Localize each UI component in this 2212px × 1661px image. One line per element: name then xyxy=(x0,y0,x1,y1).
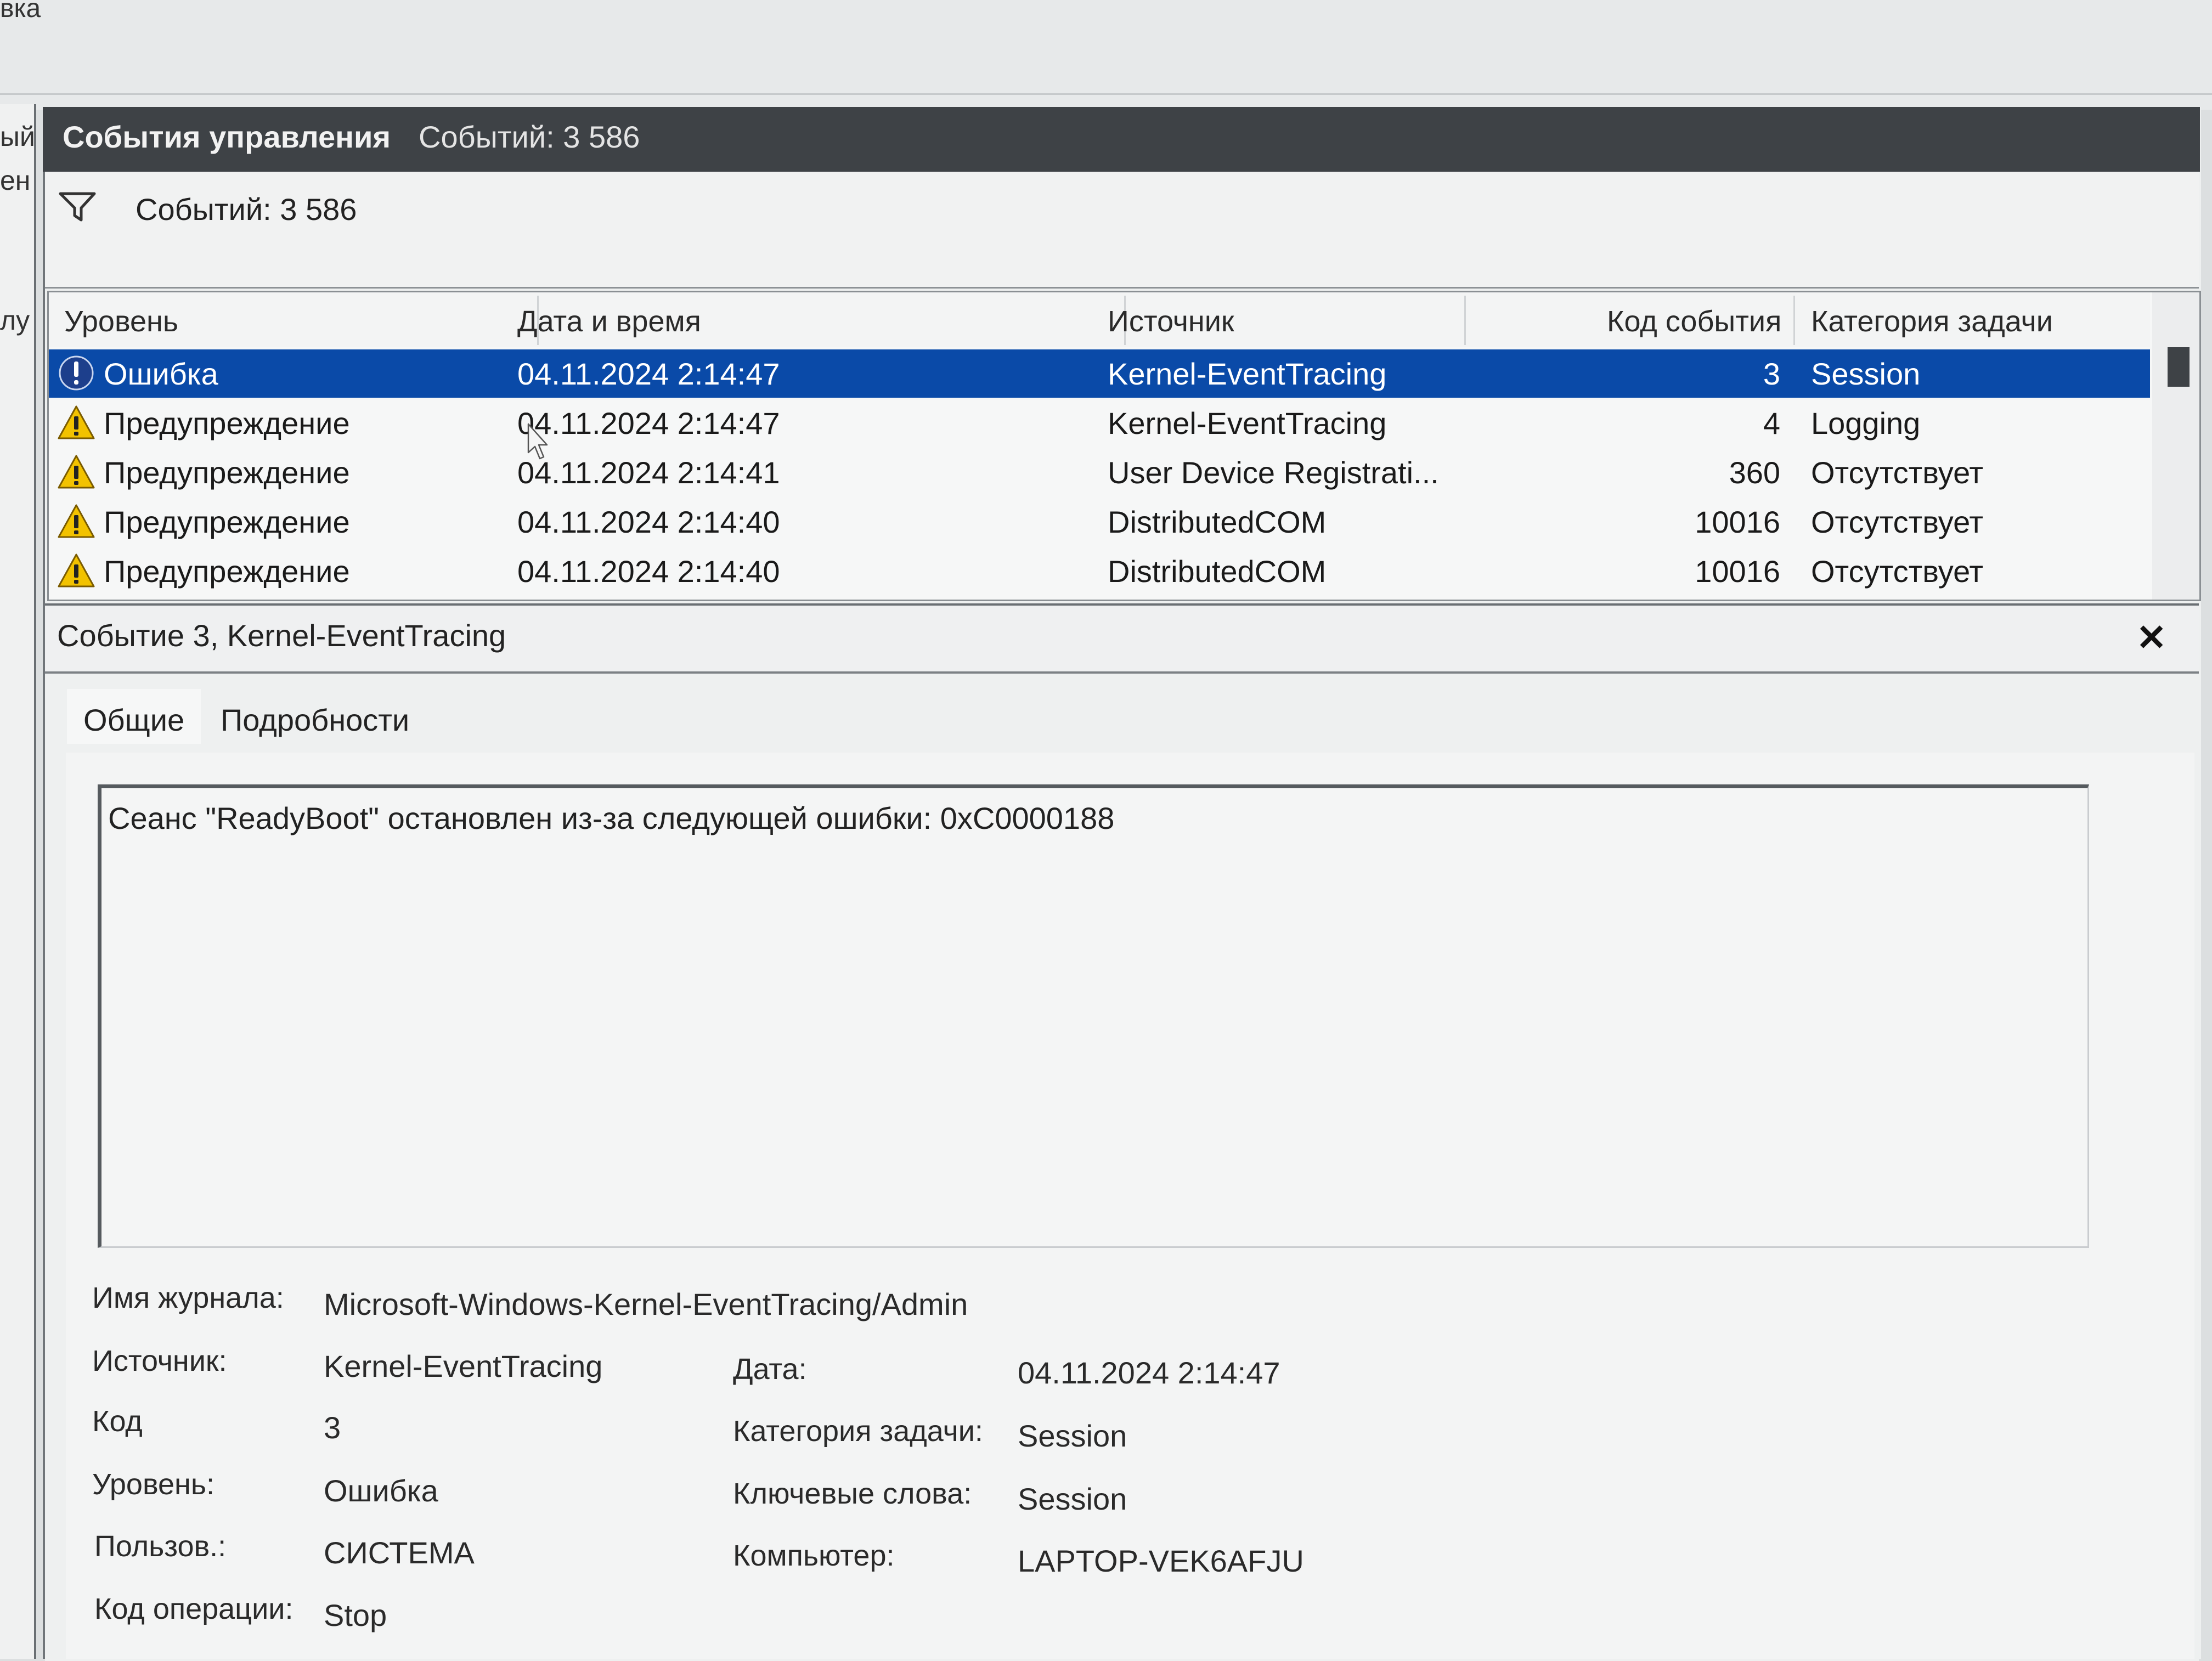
column-divider[interactable] xyxy=(1464,296,1466,345)
field-value-log-name: Microsoft-Windows-Kernel-EventTracing/Ad… xyxy=(324,1287,968,1321)
row-datetime: 04.11.2024 2:14:40 xyxy=(517,554,780,589)
row-code: 360 xyxy=(1729,455,1780,490)
table-header: Уровень Дата и время Источник Код событи… xyxy=(49,292,2150,347)
field-value-date: 04.11.2024 2:14:47 xyxy=(1018,1355,1280,1390)
panel-titlebar: События управления Событий: 3 586 xyxy=(43,107,2200,172)
panel-title: События управления xyxy=(63,120,391,154)
events-table[interactable]: Уровень Дата и время Источник Код событи… xyxy=(47,291,2201,601)
close-icon[interactable]: ✕ xyxy=(2136,617,2166,659)
warning-icon xyxy=(58,504,95,538)
row-level: Предупреждение xyxy=(104,554,350,589)
field-label-keywords: Ключевые слова: xyxy=(733,1477,972,1510)
left-pane-text[interactable]: ен xyxy=(0,165,30,196)
row-source: Kernel-EventTracing xyxy=(1108,406,1387,440)
row-source: DistributedCOM xyxy=(1108,505,1327,539)
field-label-source: Источник: xyxy=(92,1344,227,1377)
tab-details[interactable]: Подробности xyxy=(204,689,426,744)
row-category: Session xyxy=(1811,357,1921,391)
field-value-source: Kernel-EventTracing xyxy=(324,1349,603,1383)
row-code: 10016 xyxy=(1695,554,1780,589)
divider xyxy=(0,93,2212,95)
field-value-level: Ошибка xyxy=(324,1473,438,1508)
row-category: Отсутствует xyxy=(1811,505,1984,539)
row-category: Отсутствует xyxy=(1811,455,1984,490)
details-tabs: Общие Подробности xyxy=(45,673,2199,760)
row-category: Logging xyxy=(1811,406,1921,440)
warning-icon xyxy=(58,553,95,587)
row-datetime: 04.11.2024 2:14:41 xyxy=(517,455,780,490)
field-label-task-category: Категория задачи: xyxy=(733,1415,983,1448)
column-header-datetime[interactable]: Дата и время xyxy=(517,304,701,338)
field-label-code: Код xyxy=(92,1405,143,1438)
table-scrollbar[interactable] xyxy=(2152,292,2199,600)
column-header-code[interactable]: Код события xyxy=(1607,304,1781,338)
column-header-source[interactable]: Источник xyxy=(1108,304,1234,338)
row-code: 3 xyxy=(1763,357,1780,391)
row-category: Отсутствует xyxy=(1811,554,1984,589)
background-window: вка xyxy=(0,0,2212,110)
warning-icon xyxy=(58,405,95,439)
event-count: Событий: 3 586 xyxy=(419,120,640,154)
field-label-opcode: Код операции: xyxy=(94,1592,294,1625)
table-row[interactable]: Предупреждение 04.11.2024 2:14:40 Distri… xyxy=(49,498,2150,546)
details-header: Событие 3, Kernel-EventTracing ✕ xyxy=(45,606,2199,674)
field-label-date: Дата: xyxy=(733,1353,807,1386)
field-value-keywords: Session xyxy=(1018,1482,1127,1516)
field-label-log-name: Имя журнала: xyxy=(92,1281,284,1314)
menu-fragment[interactable]: вка xyxy=(0,0,41,24)
filter-count: Событий: 3 586 xyxy=(136,192,357,227)
filter-icon[interactable] xyxy=(58,190,97,223)
row-code: 4 xyxy=(1763,406,1780,440)
field-label-level: Уровень: xyxy=(92,1468,215,1501)
table-row[interactable]: Предупреждение 04.11.2024 2:14:40 Distri… xyxy=(49,547,2150,595)
event-message: Сеанс "ReadyBoot" остановлен из-за следу… xyxy=(108,801,1115,835)
table-row[interactable]: Предупреждение 04.11.2024 2:14:47 Kernel… xyxy=(49,399,2150,447)
details-title: Событие 3, Kernel-EventTracing xyxy=(57,618,506,653)
warning-icon xyxy=(58,455,95,489)
table-row[interactable]: Ошибка 04.11.2024 2:14:47 Kernel-EventTr… xyxy=(49,349,2150,398)
row-datetime: 04.11.2024 2:14:40 xyxy=(517,505,780,539)
column-divider[interactable] xyxy=(1793,296,1795,345)
row-datetime: 04.11.2024 2:14:47 xyxy=(517,406,780,440)
column-header-level[interactable]: Уровень xyxy=(64,304,178,338)
field-value-computer: LAPTOP-VEK6AFJU xyxy=(1018,1544,1304,1578)
filter-bar: Событий: 3 586 xyxy=(45,172,2199,289)
row-source: User Device Registrati... xyxy=(1108,455,1439,490)
row-code: 10016 xyxy=(1695,505,1780,539)
left-pane-text[interactable]: лу xyxy=(0,304,30,336)
event-message-box[interactable]: Сеанс "ReadyBoot" остановлен из-за следу… xyxy=(98,784,2089,1248)
error-icon xyxy=(59,355,94,391)
tab-general[interactable]: Общие xyxy=(67,689,201,744)
field-label-user: Пользов.: xyxy=(94,1530,227,1563)
row-source: DistributedCOM xyxy=(1108,554,1327,589)
row-source: Kernel-EventTracing xyxy=(1108,357,1387,391)
row-level: Предупреждение xyxy=(104,505,350,539)
field-value-code: 3 xyxy=(324,1410,341,1445)
table-row[interactable]: Предупреждение 04.11.2024 2:14:41 User D… xyxy=(49,448,2150,496)
field-value-task-category: Session xyxy=(1018,1419,1127,1453)
row-level: Предупреждение xyxy=(104,455,350,490)
row-level: Предупреждение xyxy=(104,406,350,440)
field-value-opcode: Stop xyxy=(324,1598,387,1632)
left-pane-text[interactable]: ый xyxy=(0,121,35,152)
column-header-category[interactable]: Категория задачи xyxy=(1811,304,2053,338)
row-datetime: 04.11.2024 2:14:47 xyxy=(517,357,780,391)
field-value-user: СИСТЕМА xyxy=(324,1535,475,1570)
scrollbar-thumb[interactable] xyxy=(2168,347,2190,387)
mouse-cursor-icon xyxy=(527,423,548,460)
left-pane: ый ен лу xyxy=(0,104,36,1659)
field-label-computer: Компьютер: xyxy=(733,1539,895,1572)
row-level: Ошибка xyxy=(104,357,218,391)
